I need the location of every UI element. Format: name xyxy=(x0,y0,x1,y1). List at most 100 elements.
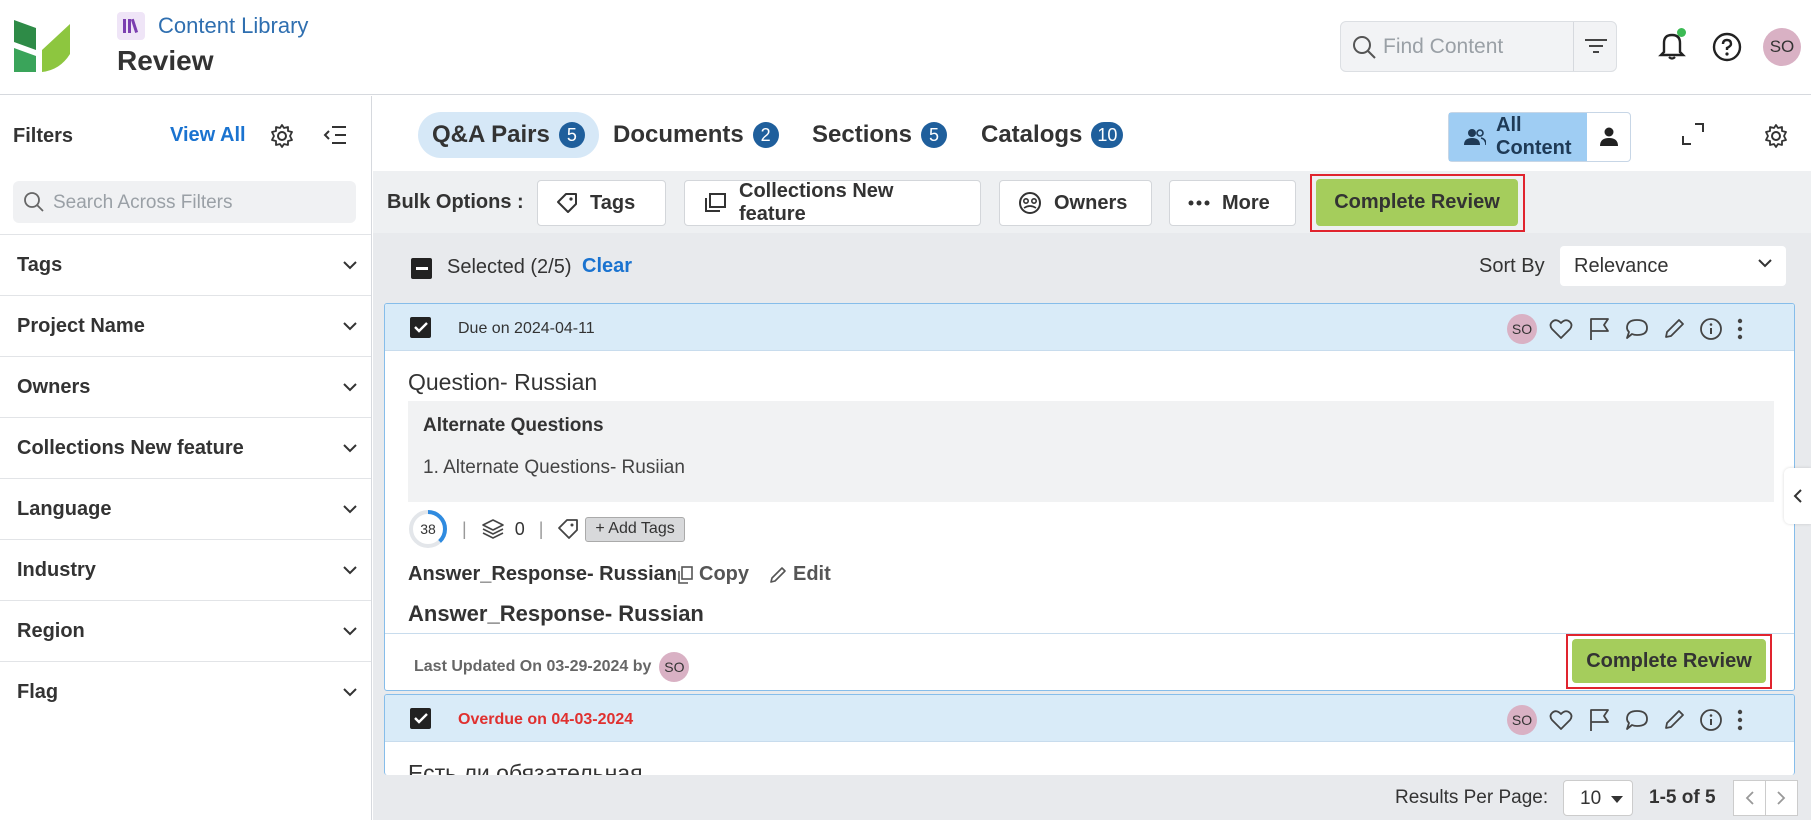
question-title[interactable]: Question- Russian xyxy=(408,369,597,396)
facet-region[interactable]: Region xyxy=(0,600,371,661)
card-complete-review-button[interactable]: Complete Review xyxy=(1572,639,1766,683)
search-icon xyxy=(1351,34,1377,60)
tab-qa-pairs[interactable]: Q&A Pairs 5 xyxy=(418,112,599,158)
facet-industry[interactable]: Industry xyxy=(0,539,371,600)
bulk-collections-button[interactable]: Collections New feature xyxy=(684,180,981,226)
facet-language[interactable]: Language xyxy=(0,478,371,539)
facet-tags[interactable]: Tags xyxy=(0,234,371,295)
prev-page-button[interactable] xyxy=(1733,780,1766,816)
flag-icon[interactable] xyxy=(1587,708,1611,732)
next-page-button[interactable] xyxy=(1765,780,1798,816)
owner-avatar[interactable]: SO xyxy=(1507,314,1537,344)
bulk-tags-label: Tags xyxy=(590,191,636,214)
content-type-tabs: Q&A Pairs 5 Documents 2 Sections 5 Catalogs… xyxy=(373,96,1811,171)
tab-catalogs[interactable]: Catalogs 10 xyxy=(967,112,1137,158)
facet-owners[interactable]: Owners xyxy=(0,356,371,417)
owners-icon xyxy=(1018,191,1042,215)
chevron-down-icon xyxy=(343,382,357,392)
copy-icon xyxy=(677,565,693,584)
tab-sections[interactable]: Sections 5 xyxy=(798,112,961,158)
bulk-owners-button[interactable]: Owners xyxy=(999,180,1152,226)
bulk-complete-review-button[interactable]: Complete Review xyxy=(1316,179,1518,226)
comment-icon[interactable] xyxy=(1625,318,1649,340)
user-icon xyxy=(1600,127,1618,147)
filter-search-box[interactable]: Search Across Filters xyxy=(13,181,356,223)
bulk-more-button[interactable]: More xyxy=(1169,180,1296,226)
results-per-page-select[interactable]: 10 xyxy=(1563,780,1633,816)
card-checkbox[interactable] xyxy=(410,317,431,338)
bulk-options-label: Bulk Options : xyxy=(387,191,524,213)
selection-bar: Selected (2/5) Clear Sort By Relevance xyxy=(373,233,1811,298)
facet-label: Tags xyxy=(17,253,63,276)
facet-label: Region xyxy=(17,619,85,642)
facet-project-name[interactable]: Project Name xyxy=(0,295,371,356)
view-settings-gear-icon[interactable] xyxy=(1763,123,1789,149)
app-logo[interactable] xyxy=(14,20,70,72)
heart-icon[interactable] xyxy=(1549,709,1573,731)
chevron-down-icon xyxy=(343,260,357,270)
side-panel-toggle[interactable] xyxy=(1784,468,1811,524)
chevron-right-icon xyxy=(1777,791,1786,805)
view-toggle: All Content xyxy=(1448,112,1631,162)
view-all-link[interactable]: View All xyxy=(170,124,246,147)
flag-icon[interactable] xyxy=(1587,317,1611,341)
chevron-down-icon xyxy=(343,443,357,453)
filter-icon[interactable] xyxy=(1584,36,1608,56)
chevron-down-icon xyxy=(343,687,357,697)
bulk-more-label: More xyxy=(1222,191,1270,214)
score-ring: 38 xyxy=(408,509,448,549)
last-updated: Last Updated On 03-29-2024 by SO xyxy=(414,652,690,682)
selected-count: Selected (2/5) xyxy=(447,256,572,278)
edit-pencil-icon[interactable] xyxy=(1663,709,1685,731)
edit-answer-button[interactable]: Edit xyxy=(769,563,831,586)
user-avatar[interactable]: SO xyxy=(1763,28,1801,66)
question-title[interactable]: Есть ли обязательная xyxy=(408,760,643,775)
facet-label: Collections New feature xyxy=(17,436,244,459)
top-bar: Content Library Review Find Content SO xyxy=(0,0,1811,95)
find-content-search[interactable]: Find Content xyxy=(1340,21,1617,72)
card-checkbox[interactable] xyxy=(410,708,431,729)
breadcrumb-content-library[interactable]: Content Library xyxy=(158,13,308,39)
results-per-page-value: 10 xyxy=(1580,788,1602,809)
facet-collections[interactable]: Collections New feature xyxy=(0,417,371,478)
expand-icon[interactable] xyxy=(1681,122,1705,146)
sort-by-label: Sort By xyxy=(1479,255,1545,277)
info-icon[interactable] xyxy=(1699,317,1723,341)
collections-count: 0 xyxy=(514,518,525,539)
info-icon[interactable] xyxy=(1699,708,1723,732)
owner-avatar[interactable]: SO xyxy=(1507,705,1537,735)
page-title: Review xyxy=(117,45,214,76)
facet-label: Project Name xyxy=(17,314,145,337)
card-header: Overdue on 04-03-2024 SO xyxy=(385,695,1794,742)
filter-settings-gear-icon[interactable] xyxy=(269,123,295,149)
heart-icon[interactable] xyxy=(1549,318,1573,340)
qa-card[interactable]: Overdue on 04-03-2024 SO Есть ли обязате… xyxy=(384,694,1795,775)
search-input[interactable]: Find Content xyxy=(1383,35,1503,59)
my-content-toggle[interactable] xyxy=(1587,113,1631,161)
filter-search-input[interactable]: Search Across Filters xyxy=(53,192,233,214)
tab-count-badge: 2 xyxy=(752,122,779,148)
sort-by-select[interactable]: Relevance xyxy=(1560,246,1786,286)
facet-flag[interactable]: Flag xyxy=(0,661,371,722)
due-date: Due on 2024-04-11 xyxy=(458,320,595,337)
clear-selection-link[interactable]: Clear xyxy=(582,255,632,278)
all-content-toggle[interactable]: All Content xyxy=(1449,113,1587,161)
edit-pencil-icon[interactable] xyxy=(1663,318,1685,340)
select-all-checkbox[interactable] xyxy=(411,258,432,279)
tab-documents[interactable]: Documents 2 xyxy=(599,112,793,158)
collapse-sidebar-icon[interactable] xyxy=(323,124,347,146)
notifications-bell-icon[interactable] xyxy=(1658,28,1686,60)
bulk-tags-button[interactable]: Tags xyxy=(537,180,666,226)
edit-pencil-icon xyxy=(769,566,787,584)
qa-card[interactable]: Due on 2024-04-11 SO Question- Russian A… xyxy=(384,303,1795,691)
help-icon[interactable] xyxy=(1712,32,1742,62)
kebab-menu-icon[interactable] xyxy=(1737,709,1743,731)
add-tags-button[interactable]: + Add Tags xyxy=(585,516,685,542)
comment-icon[interactable] xyxy=(1625,709,1649,731)
tab-count-badge: 5 xyxy=(558,122,585,148)
kebab-menu-icon[interactable] xyxy=(1737,318,1743,340)
tag-icon xyxy=(556,192,578,214)
copy-answer-button[interactable]: Copy xyxy=(677,563,749,586)
updated-by-avatar[interactable]: SO xyxy=(659,652,690,682)
bulk-collections-label: Collections New feature xyxy=(739,180,894,225)
